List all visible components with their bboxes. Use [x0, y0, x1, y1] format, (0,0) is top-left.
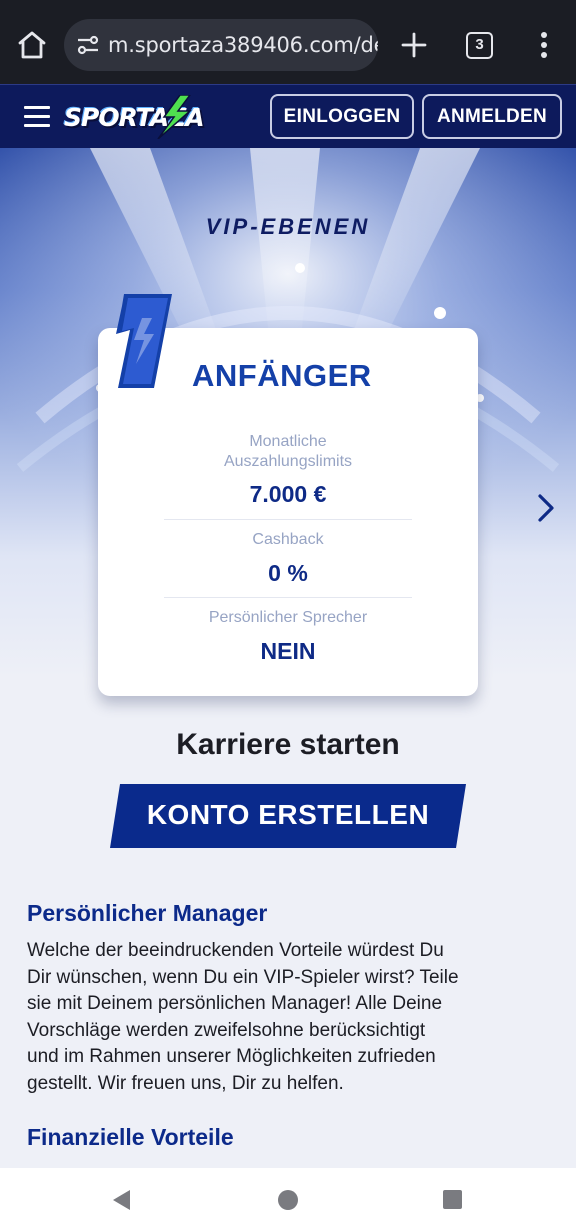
back-icon[interactable] [110, 1188, 134, 1212]
text-line: Welche der beeindruckenden Vorteile würd… [27, 940, 444, 961]
payout-limit-label-2: Auszahlungslimits [223, 453, 353, 470]
url-text: m.sportaza389406.com/de [108, 33, 378, 57]
register-button[interactable]: ANMELDEN [422, 94, 562, 139]
personal-manager-text: Welche der beeindruckenden Vorteile würd… [27, 938, 549, 1097]
text-line: sie mit Deinem persönlichen Manager! All… [27, 993, 443, 1014]
home-icon[interactable] [14, 27, 50, 63]
payout-limit-label-1: Monatliche [249, 433, 327, 450]
site-header: SPORTAZA EINLOGGEN ANMELDEN [0, 84, 576, 148]
cashback-value: 0 % [268, 560, 308, 586]
hamburger-icon[interactable] [24, 106, 50, 128]
cashback-label: Cashback [252, 531, 324, 548]
text-line: Vorschläge werden zweifelsohne berücksic… [27, 1019, 426, 1041]
create-account-label: KONTO ERSTELLEN [146, 799, 430, 830]
career-heading: Karriere starten [176, 728, 400, 761]
payout-limit-value: 7.000 € [249, 481, 327, 507]
system-nav-bar [0, 1168, 576, 1232]
site-settings-icon[interactable] [76, 33, 100, 57]
sportaza-logo[interactable]: SPORTAZA [62, 93, 205, 141]
create-account-button[interactable]: KONTO ERSTELLEN [110, 784, 466, 848]
browser-toolbar: m.sportaza389406.com/de 3 [0, 0, 576, 84]
level-number-badge: 1 [114, 288, 172, 388]
login-button[interactable]: EINLOGGEN [270, 94, 414, 139]
chevron-right-icon[interactable] [532, 492, 560, 524]
personal-speaker-value: NEIN [260, 638, 316, 664]
text-line: gestellt. Wir freuen uns, Dir zu helfen. [27, 1072, 344, 1094]
plus-icon[interactable] [398, 29, 430, 61]
personal-manager-heading: Persönlicher Manager [27, 900, 268, 926]
address-bar[interactable]: m.sportaza389406.com/de [64, 19, 378, 71]
recent-apps-icon[interactable] [443, 1190, 462, 1209]
home-circle-icon[interactable] [278, 1190, 298, 1210]
personal-speaker-label: Persönlicher Sprecher [208, 609, 368, 626]
text-line: und im Rahmen unserer Möglichkeiten zufr… [27, 1046, 436, 1067]
card-divider [164, 597, 412, 598]
more-vert-icon[interactable] [532, 30, 556, 60]
text-line: Dir wünschen, wenn Du ein VIP-Spieler wi… [27, 966, 459, 988]
card-divider [164, 519, 412, 520]
tab-switcher-button[interactable]: 3 [466, 32, 493, 59]
lightning-bolt-icon [157, 95, 192, 139]
vip-levels-title: VIP-EBENEN [205, 214, 371, 239]
financial-benefits-heading: Finanzielle Vorteile [27, 1124, 234, 1150]
level-name: ANFÄNGER [192, 358, 372, 393]
level-number: 1 [114, 288, 123, 292]
